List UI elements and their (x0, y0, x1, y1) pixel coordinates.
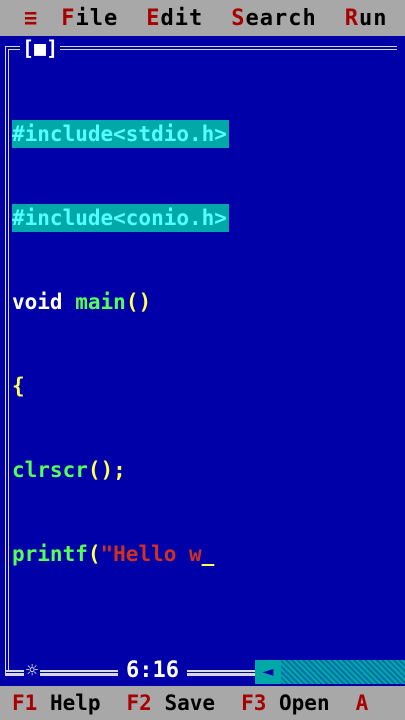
horizontal-scrollbar[interactable]: ◄ (255, 660, 405, 684)
text-cursor: _ (201, 542, 215, 566)
menu-file[interactable]: File (47, 6, 132, 31)
close-box-icon[interactable]: [■] (20, 38, 61, 58)
fkey-cut-off[interactable]: A (344, 691, 383, 715)
cursor-position: 6:16 (118, 658, 187, 683)
modified-indicator-icon: ☼ (24, 658, 41, 682)
menu-run[interactable]: Run (331, 6, 402, 31)
f2-save-button[interactable]: F2 Save (115, 691, 230, 715)
editor-window[interactable]: [■] #include<stdio.h> #include<conio.h> … (0, 36, 405, 686)
scroll-left-arrow-icon[interactable]: ◄ (255, 660, 281, 684)
menu-edit[interactable]: Edit (132, 6, 217, 31)
code-line-3: void main() (12, 290, 152, 314)
f3-open-button[interactable]: F3 Open (229, 691, 344, 715)
system-menu-icon[interactable]: ≡ (0, 6, 47, 31)
code-line-2: #include<conio.h> (12, 204, 229, 232)
code-area[interactable]: #include<stdio.h> #include<conio.h> void… (12, 64, 229, 624)
function-key-bar: F1 Help F2 Save F3 Open A (0, 686, 405, 720)
menu-bar: ≡ File Edit Search Run (0, 0, 405, 36)
code-line-6: printf("Hello w_ (12, 542, 215, 566)
code-line-5: clrscr(); (12, 458, 126, 482)
code-line-4: { (12, 374, 25, 398)
window-status-bar: ☼ 6:16 ◄ (0, 658, 405, 686)
menu-search[interactable]: Search (217, 6, 330, 31)
f1-help-button[interactable]: F1 Help (0, 691, 115, 715)
code-line-1: #include<stdio.h> (12, 120, 229, 148)
